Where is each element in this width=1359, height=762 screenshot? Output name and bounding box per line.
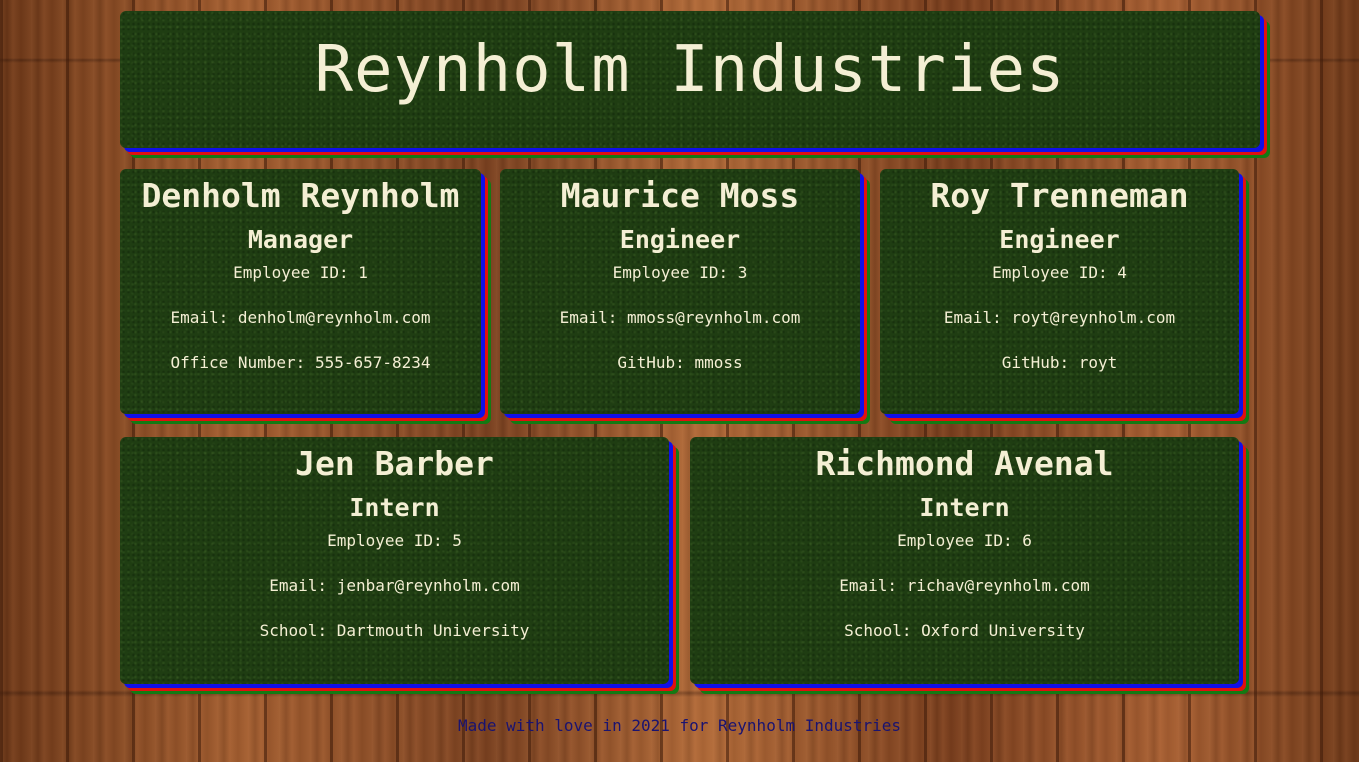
employee-school: School: Dartmouth University: [259, 621, 530, 640]
page-header: Reynholm Industries: [120, 11, 1260, 148]
employee-role: Engineer: [619, 225, 741, 254]
employee-email: Email: mmoss@reynholm.com: [559, 308, 801, 327]
employee-email: Email: richav@reynholm.com: [839, 576, 1090, 595]
employee-card: Maurice Moss Engineer Employee ID: 3 Ema…: [500, 169, 860, 414]
employee-name: Jen Barber: [295, 444, 494, 483]
employee-github: GitHub: mmoss: [617, 353, 743, 372]
employee-name: Denholm Reynholm: [141, 176, 460, 215]
employee-card: Richmond Avenal Intern Employee ID: 6 Em…: [690, 437, 1239, 684]
employee-id: Employee ID: 5: [327, 531, 462, 550]
employee-school: School: Oxford University: [844, 621, 1085, 640]
employee-id: Employee ID: 3: [612, 263, 748, 282]
employee-name: Richmond Avenal: [815, 444, 1114, 483]
employee-card: Roy Trenneman Engineer Employee ID: 4 Em…: [880, 169, 1239, 414]
employee-role: Manager: [247, 225, 354, 254]
employee-role: Intern: [919, 493, 1010, 522]
page-title: Reynholm Industries: [314, 33, 1066, 107]
employee-name: Maurice Moss: [560, 176, 800, 215]
employee-email: Email: denholm@reynholm.com: [170, 308, 431, 327]
employee-card: Jen Barber Intern Employee ID: 5 Email: …: [120, 437, 669, 684]
page-footer: Made with love in 2021 for Reynholm Indu…: [457, 716, 902, 735]
employee-email: Email: royt@reynholm.com: [943, 308, 1176, 327]
employee-name: Roy Trenneman: [930, 176, 1189, 215]
employee-id: Employee ID: 4: [992, 263, 1127, 282]
employee-role: Engineer: [999, 225, 1120, 254]
employee-role: Intern: [349, 493, 440, 522]
employee-email: Email: jenbar@reynholm.com: [269, 576, 520, 595]
employee-office-number: Office Number: 555-657-8234: [170, 353, 431, 372]
employee-github: GitHub: royt: [1001, 353, 1118, 372]
employee-id: Employee ID: 1: [233, 263, 368, 282]
employee-card: Denholm Reynholm Manager Employee ID: 1 …: [120, 169, 481, 414]
employee-id: Employee ID: 6: [897, 531, 1032, 550]
